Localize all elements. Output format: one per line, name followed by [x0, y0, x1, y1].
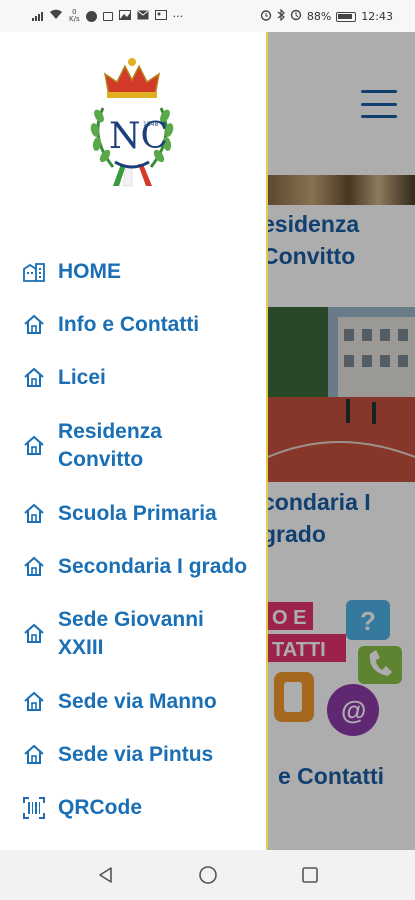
more-notifications: ··· [172, 9, 184, 23]
menu-item-label: Secondaria I grado [58, 555, 248, 578]
wifi-icon [49, 9, 63, 23]
status-bar: 0 K/s ··· 88% 12:43 [0, 0, 415, 32]
battery-percentage: 88% [306, 10, 332, 23]
menu-item-sede-giovanni[interactable]: Sede Giovanni XXIII [22, 606, 266, 662]
logo-year: 1848 [143, 121, 158, 128]
home-circle-icon [198, 866, 217, 884]
navigation-drawer: NC 1848 HOME Info e Contatti Licei Resid… [0, 32, 268, 850]
menu-item-label: Info e Contatti [58, 313, 200, 336]
home-icon [22, 366, 46, 390]
menu-item-label-line2: XXIII [58, 636, 104, 659]
menu-item-sede-via-pintus[interactable]: Sede via Pintus [22, 741, 266, 769]
network-speed-unit: K/s [69, 15, 80, 23]
menu-item-home[interactable]: HOME [22, 258, 266, 286]
clock-time: 12:43 [361, 10, 393, 23]
menu-item-label-line1: Sede Giovanni [58, 608, 204, 631]
app-screen: 0 K/s ··· 88% 12:43 esidenza Convitto co… [0, 0, 415, 900]
alarm-icon [260, 9, 272, 24]
recents-button[interactable] [290, 855, 330, 895]
menu-item-label: Residenza Convitto [58, 418, 162, 474]
system-navigation-bar [0, 850, 415, 900]
back-triangle-icon [98, 867, 112, 883]
home-icon [22, 743, 46, 767]
screen-icon [102, 11, 113, 21]
menu-item-sede-via-manno[interactable]: Sede via Manno [22, 688, 266, 716]
recents-square-icon [301, 867, 318, 883]
home-icon [22, 622, 46, 646]
menu-item-info-contatti[interactable]: Info e Contatti [22, 311, 266, 339]
home-icon [22, 502, 46, 526]
qrcode-scan-icon [22, 796, 46, 820]
home-icon [22, 555, 46, 579]
menu-item-licei[interactable]: Licei [22, 364, 266, 392]
status-left: 0 K/s ··· [32, 9, 183, 23]
drawer-scrim[interactable] [268, 32, 415, 850]
home-icon [22, 313, 46, 337]
menu-item-label-line1: Residenza [58, 420, 162, 443]
menu-item-residenza-convitto[interactable]: Residenza Convitto [22, 418, 266, 474]
bluetooth-icon [277, 8, 285, 24]
gallery-icon [154, 9, 167, 23]
logo-monogram: NC [109, 116, 168, 157]
mail-icon [137, 10, 149, 23]
menu-item-label: Sede via Manno [58, 690, 217, 713]
photo-icon [118, 9, 131, 23]
data-saver-icon [290, 9, 302, 24]
menu-item-scuola-primaria[interactable]: Scuola Primaria [22, 500, 266, 528]
status-right: 88% 12:43 [260, 8, 393, 24]
menu-item-label: QRCode [58, 796, 142, 819]
menu-item-label: Licei [58, 366, 106, 389]
menu-item-secondaria[interactable]: Secondaria I grado [22, 553, 266, 581]
menu-item-label-line2: Convitto [58, 448, 144, 471]
building-icon [22, 260, 46, 284]
menu-item-label: HOME [58, 260, 121, 283]
battery-icon [336, 11, 357, 22]
back-button[interactable] [86, 855, 126, 895]
menu-item-qrcode[interactable]: QRCode [22, 794, 266, 822]
school-logo: NC 1848 [85, 52, 180, 187]
menu-item-label: Sede via Pintus [58, 743, 214, 766]
menu-item-label: Sede Giovanni XXIII [58, 606, 204, 662]
home-icon [22, 434, 46, 458]
app-notification-icon [85, 10, 97, 22]
home-icon [22, 690, 46, 714]
home-button[interactable] [188, 855, 228, 895]
network-speed: 0 K/s [69, 9, 80, 23]
menu-item-label: Scuola Primaria [58, 502, 217, 525]
signal-icon [32, 11, 43, 21]
